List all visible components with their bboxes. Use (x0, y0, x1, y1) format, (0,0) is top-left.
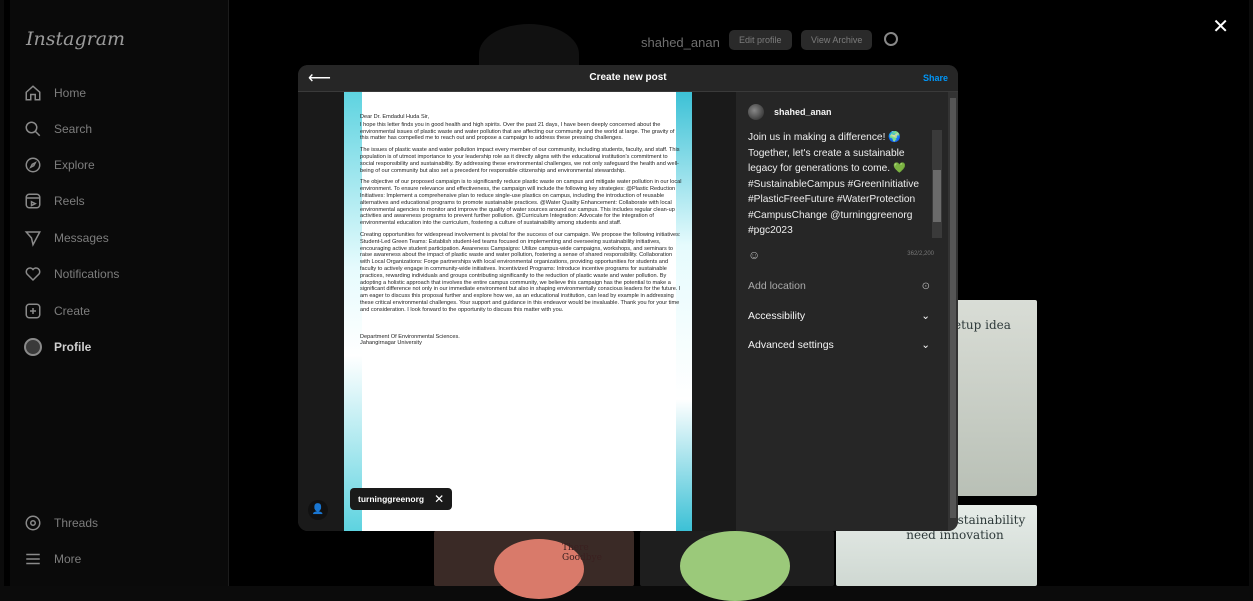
pane-scrollbar[interactable] (948, 92, 958, 531)
background-post-art (680, 531, 790, 601)
add-location-label: Add location (748, 280, 806, 292)
gear-icon[interactable] (884, 32, 898, 46)
chevron-down-icon: ⌄ (921, 339, 930, 351)
sidebar-item-label: Reels (54, 194, 85, 208)
profile-icon (24, 338, 42, 356)
chevron-down-icon: ⌄ (921, 310, 930, 322)
instagram-logo[interactable]: Instagram (26, 28, 125, 50)
letter-text: Dear Dr. Emdadul Huda Sir, I hope this l… (360, 114, 682, 347)
accessibility-row[interactable]: Accessibility ⌄ (736, 306, 942, 326)
sidebar-item-notifications[interactable]: Notifications (24, 265, 119, 283)
user-tag-label: turninggreenorg (358, 494, 425, 504)
tag-people-icon[interactable]: 👤 (308, 500, 328, 520)
letter-signature: Department Of Environmental Sciences. Jah… (360, 334, 682, 348)
modal-title: Create new post (589, 72, 667, 83)
menu-icon (26, 553, 40, 565)
sidebar-item-label: Notifications (54, 267, 120, 281)
sidebar-item-label: Threads (54, 516, 99, 530)
sidebar-item-label: More (54, 552, 82, 566)
create-icon (25, 303, 41, 319)
background-post[interactable] (640, 531, 834, 601)
sidebar-item-label: Messages (54, 231, 109, 245)
sidebar-item-messages[interactable]: Messages (24, 229, 109, 247)
sidebar: Instagram Home Search Explore Reels Mess… (10, 0, 229, 586)
explore-icon (25, 157, 41, 173)
accessibility-label: Accessibility (748, 310, 806, 322)
sidebar-item-more[interactable]: More (24, 550, 81, 568)
edit-profile-button[interactable]: Edit profile (729, 30, 792, 50)
letter-paragraph: I hope this letter finds you in good hea… (360, 121, 675, 142)
avatar (748, 104, 764, 120)
post-author: shahed_anan (748, 104, 832, 120)
letter-greeting: Dear Dr. Emdadul Huda Sir, (360, 114, 430, 120)
view-archive-button[interactable]: View Archive (801, 30, 873, 50)
background-post-text: There Goodbye (562, 543, 602, 563)
sidebar-item-profile[interactable]: Profile (24, 338, 91, 356)
app-frame: Instagram Home Search Explore Reels Mess… (4, 0, 1249, 601)
messages-icon (24, 231, 41, 247)
add-location-row[interactable]: Add location ⊙ (736, 276, 942, 296)
author-username: shahed_anan (774, 107, 832, 117)
close-icon[interactable]: ✕ (1212, 14, 1229, 39)
threads-icon (25, 515, 41, 531)
letter-paragraph: The issues of plastic waste and water po… (360, 147, 680, 174)
sidebar-item-search[interactable]: Search (24, 120, 92, 138)
search-icon (25, 121, 41, 137)
profile-username: shahed_anan (641, 35, 720, 50)
sidebar-item-label: Explore (54, 158, 95, 172)
sidebar-item-reels[interactable]: Reels (24, 192, 85, 210)
caption-footer: ☺ 362/2,200 (748, 248, 934, 262)
letter-signature-line: Jahangirnagar University (360, 340, 422, 347)
sidebar-item-label: Search (54, 122, 93, 136)
advanced-settings-label: Advanced settings (748, 339, 834, 351)
scrollbar-thumb[interactable] (950, 98, 956, 518)
character-count: 362/2,200 (907, 251, 934, 257)
sidebar-item-explore[interactable]: Explore (24, 156, 95, 174)
advanced-settings-row[interactable]: Advanced settings ⌄ (736, 335, 942, 355)
letter-image: Dear Dr. Emdadul Huda Sir, I hope this l… (344, 92, 692, 531)
modal-header: ⟵ Create new post Share (298, 65, 958, 92)
reels-icon (25, 193, 41, 209)
remove-tag-icon[interactable]: ✕ (434, 492, 444, 506)
background-post[interactable]: There Goodbye (434, 531, 634, 599)
sidebar-item-label: Create (54, 304, 91, 318)
location-pin-icon: ⊙ (921, 280, 930, 292)
letter-paragraph: Creating opportunities for widespread in… (360, 231, 681, 313)
sidebar-item-home[interactable]: Home (24, 84, 86, 102)
sidebar-item-create[interactable]: Create (24, 302, 90, 320)
emoji-icon[interactable]: ☺ (748, 248, 760, 262)
scrollbar-thumb[interactable] (933, 170, 941, 222)
share-button[interactable]: Share (923, 73, 948, 83)
post-details-pane: shahed_anan Join us in making a differen… (736, 92, 958, 531)
caption-textarea[interactable]: Join us in making a difference! 🌍 Togeth… (748, 130, 922, 239)
background-post-text: etup idea (954, 318, 1011, 332)
sidebar-item-label: Profile (54, 340, 92, 354)
letter-signature-line: Department Of Environmental Sciences. (360, 333, 460, 340)
heart-icon (25, 267, 41, 282)
user-tag-chip[interactable]: turninggreenorg ✕ (350, 488, 453, 510)
sidebar-item-label: Home (54, 86, 87, 100)
caption-scrollbar[interactable] (932, 130, 942, 238)
letter-paragraph: The objective of our proposed campaign i… (360, 179, 682, 227)
home-icon (25, 85, 41, 101)
media-preview[interactable]: Dear Dr. Emdadul Huda Sir, I hope this l… (298, 92, 736, 531)
sidebar-item-threads[interactable]: Threads (24, 514, 98, 532)
create-post-modal: ⟵ Create new post Share Dear Dr. Emdadul… (298, 65, 958, 531)
